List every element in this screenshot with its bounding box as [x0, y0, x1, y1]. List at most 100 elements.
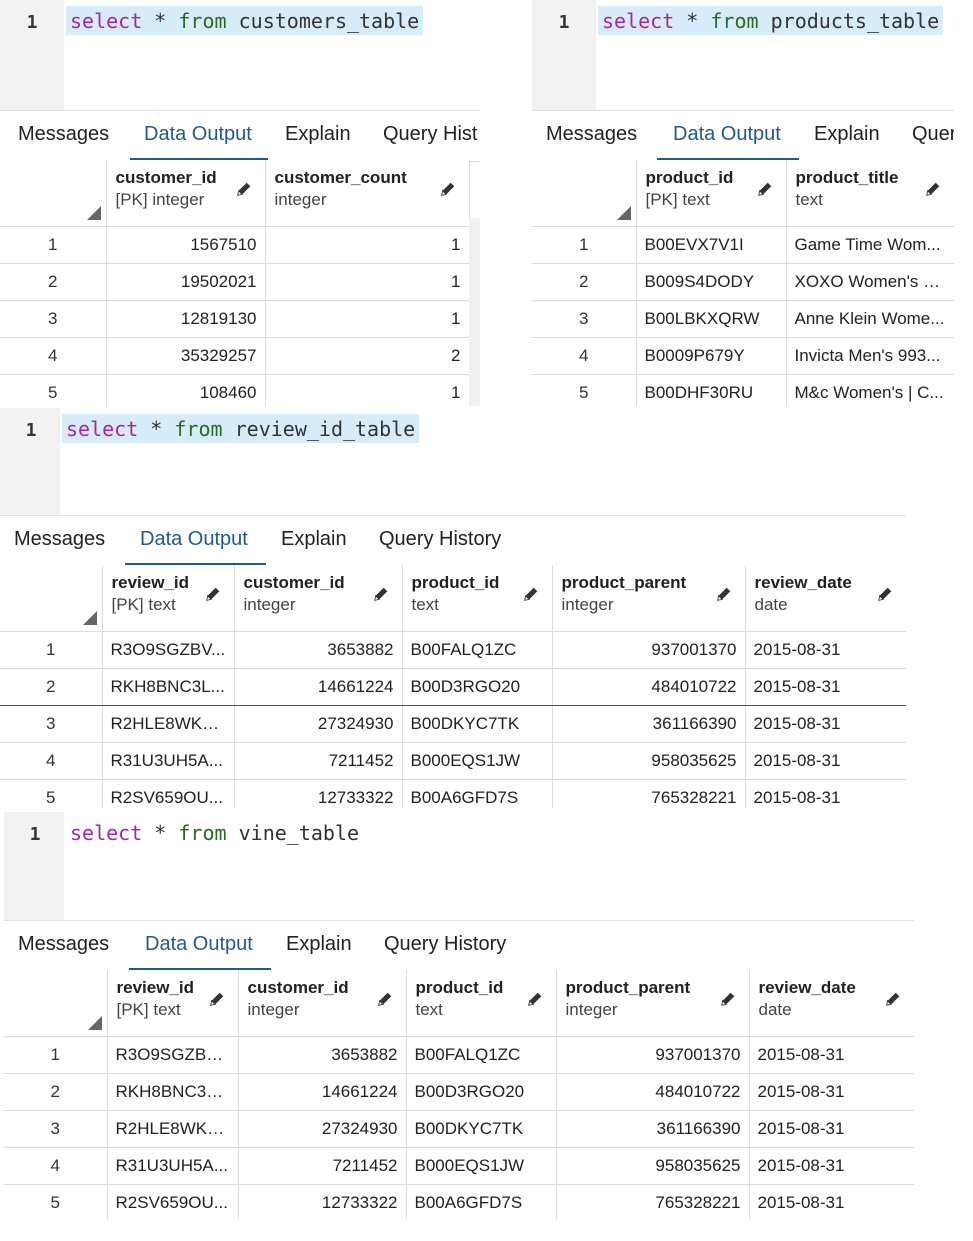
grid-corner[interactable]	[0, 565, 103, 632]
column-header[interactable]: review_id [PK] text	[107, 970, 239, 1037]
grid-corner[interactable]	[532, 160, 637, 227]
table-row[interactable]: 2 19502021 1	[0, 263, 470, 301]
tab-data-output[interactable]: Data Output	[673, 123, 781, 146]
sql-table-name: customers_table	[238, 9, 420, 33]
column-header[interactable]: product_parent integer	[556, 970, 750, 1037]
tab-messages[interactable]: Messages	[546, 123, 637, 146]
column-header[interactable]: product_id text	[406, 970, 557, 1037]
table-row[interactable]: 4 35329257 2	[0, 337, 470, 375]
pencil-icon[interactable]	[884, 990, 902, 1008]
table-row[interactable]: 4 R31U3UH5A... 7211452 B000EQS1JW 958035625 2…	[0, 742, 906, 780]
table-row[interactable]: 3 R2HLE8WKZ... 27324930 B00DKYC7TK 361166390…	[4, 1110, 914, 1148]
grid-corner[interactable]	[0, 160, 107, 227]
sql-keyword-select: select	[66, 417, 139, 441]
table-row[interactable]: 4 R31U3UH5A... 7211452 B000EQS1JW 958035625 2…	[4, 1147, 914, 1185]
table-row[interactable]: 4 B0009P679Y Invicta Men's 993...	[532, 337, 954, 375]
sql-query[interactable]: select * from customers_table	[66, 6, 424, 35]
column-header[interactable]: customer_id integer	[238, 970, 407, 1037]
pencil-icon[interactable]	[235, 180, 253, 198]
pencil-icon[interactable]	[756, 180, 774, 198]
pencil-icon[interactable]	[719, 990, 737, 1008]
tab-explain[interactable]: Explain	[286, 933, 352, 956]
pencil-icon[interactable]	[372, 585, 390, 603]
pencil-icon[interactable]	[439, 180, 457, 198]
column-header[interactable]: product_title text	[786, 160, 954, 227]
column-header[interactable]: customer_id [PK] integer	[106, 160, 266, 227]
table-row[interactable]: 5 B00DHF30RU M&c Women's | C...	[532, 374, 954, 406]
query-editor[interactable]: 1 select * from vine_table	[4, 812, 914, 920]
tab-query-history[interactable]: Query Hist	[383, 123, 477, 146]
result-tabs: Messages Data Output Explain Quer	[532, 110, 954, 162]
line-number: 1	[26, 12, 38, 33]
pencil-icon[interactable]	[208, 990, 226, 1008]
query-editor[interactable]: 1 select * from review_id_table	[0, 408, 906, 515]
sql-keyword-select: select	[70, 821, 143, 845]
sql-keyword-from: from	[174, 417, 223, 441]
sql-query[interactable]: select * from products_table	[598, 6, 944, 35]
select-all-icon	[87, 1016, 102, 1030]
table-row[interactable]: 2 RKH8BNC3L... 14661224 B00D3RGO20 484010722…	[4, 1073, 914, 1111]
sql-keyword-from: from	[710, 9, 759, 33]
sql-table-name: review_id_table	[234, 417, 416, 441]
pencil-icon[interactable]	[526, 990, 544, 1008]
line-number: 1	[25, 420, 37, 441]
select-all-icon	[82, 611, 97, 625]
vertical-scrollbar[interactable]	[469, 218, 480, 406]
tab-explain[interactable]: Explain	[814, 123, 880, 146]
sql-keyword-select: select	[70, 9, 143, 33]
tab-data-output[interactable]: Data Output	[145, 933, 253, 956]
column-header[interactable]: review_id [PK] text	[102, 565, 235, 632]
tab-data-output[interactable]: Data Output	[140, 528, 248, 551]
sql-query[interactable]: select * from review_id_table	[62, 414, 420, 443]
pencil-icon[interactable]	[715, 585, 733, 603]
tab-query-history[interactable]: Query History	[379, 528, 501, 551]
tab-data-output[interactable]: Data Output	[144, 123, 252, 146]
query-panel-customers: 1 select * from customers_table Messages…	[0, 0, 480, 406]
tab-explain[interactable]: Explain	[285, 123, 351, 146]
table-row[interactable]: 2 B009S4DODY XOXO Women's X...	[532, 263, 954, 301]
column-header[interactable]: customer_id integer	[234, 565, 403, 632]
tab-query-history[interactable]: Quer	[912, 123, 954, 146]
result-tabs: Messages Data Output Explain Query Histo…	[0, 515, 906, 567]
grid-corner[interactable]	[4, 970, 108, 1037]
table-row[interactable]: 1 R3O9SGZBV... 3653882 B00FALQ1ZC 937001370 2…	[4, 1036, 914, 1074]
table-row[interactable]: 5 R2SV659OU... 12733322 B00A6GFD7S 765328221…	[0, 779, 906, 808]
column-header[interactable]: review_date date	[745, 565, 906, 632]
column-header[interactable]: product_parent integer	[552, 565, 746, 632]
pencil-icon[interactable]	[522, 585, 540, 603]
column-header[interactable]: product_id text	[402, 565, 553, 632]
table-row[interactable]: 1 1567510 1	[0, 226, 470, 264]
tab-explain[interactable]: Explain	[281, 528, 347, 551]
pencil-icon[interactable]	[376, 990, 394, 1008]
pencil-icon[interactable]	[924, 180, 942, 198]
table-row[interactable]: 1 R3O9SGZBV... 3653882 B00FALQ1ZC 937001370 2…	[0, 631, 906, 669]
query-panel-products: 1 select * from products_table Messages …	[532, 0, 954, 406]
table-row[interactable]: 5 R2SV659OU... 12733322 B00A6GFD7S 765328221…	[4, 1184, 914, 1220]
sql-table-name: vine_table	[238, 821, 360, 845]
column-header[interactable]: review_date date	[749, 970, 914, 1037]
sql-star: *	[154, 9, 167, 33]
query-editor[interactable]: 1 select * from customers_table	[0, 0, 480, 110]
sql-query[interactable]: select * from vine_table	[66, 818, 363, 847]
query-editor[interactable]: 1 select * from products_table	[532, 0, 954, 110]
table-row[interactable]: 3 12819130 1	[0, 300, 470, 338]
data-output-grid: customer_id [PK] integer customer_count in…	[0, 160, 470, 406]
tab-messages[interactable]: Messages	[14, 528, 105, 551]
column-header[interactable]: product_id [PK] text	[636, 160, 787, 227]
pencil-icon[interactable]	[204, 585, 222, 603]
tab-messages[interactable]: Messages	[18, 123, 109, 146]
sql-keyword-from: from	[178, 9, 227, 33]
table-row[interactable]: 1 B00EVX7V1I Game Time Wom...	[532, 226, 954, 264]
tab-query-history[interactable]: Query History	[384, 933, 506, 956]
table-row[interactable]: 3 B00LBKXQRW Anne Klein Wome...	[532, 300, 954, 338]
tab-messages[interactable]: Messages	[18, 933, 109, 956]
table-row[interactable]: 5 108460 1	[0, 374, 470, 406]
sql-table-name: products_table	[770, 9, 940, 33]
table-row-selected[interactable]: 2 RKH8BNC3L... 14661224 B00D3RGO20 484010722…	[0, 668, 906, 706]
sql-star: *	[686, 9, 699, 33]
table-row[interactable]: 3 R2HLE8WKZ... 27324930 B00DKYC7TK 361166390…	[0, 705, 906, 743]
pencil-icon[interactable]	[876, 585, 894, 603]
column-header[interactable]: customer_count integer	[265, 160, 470, 227]
sql-keyword-from: from	[178, 821, 227, 845]
data-output-grid: review_id [PK] text customer_id integer pr…	[0, 565, 906, 808]
